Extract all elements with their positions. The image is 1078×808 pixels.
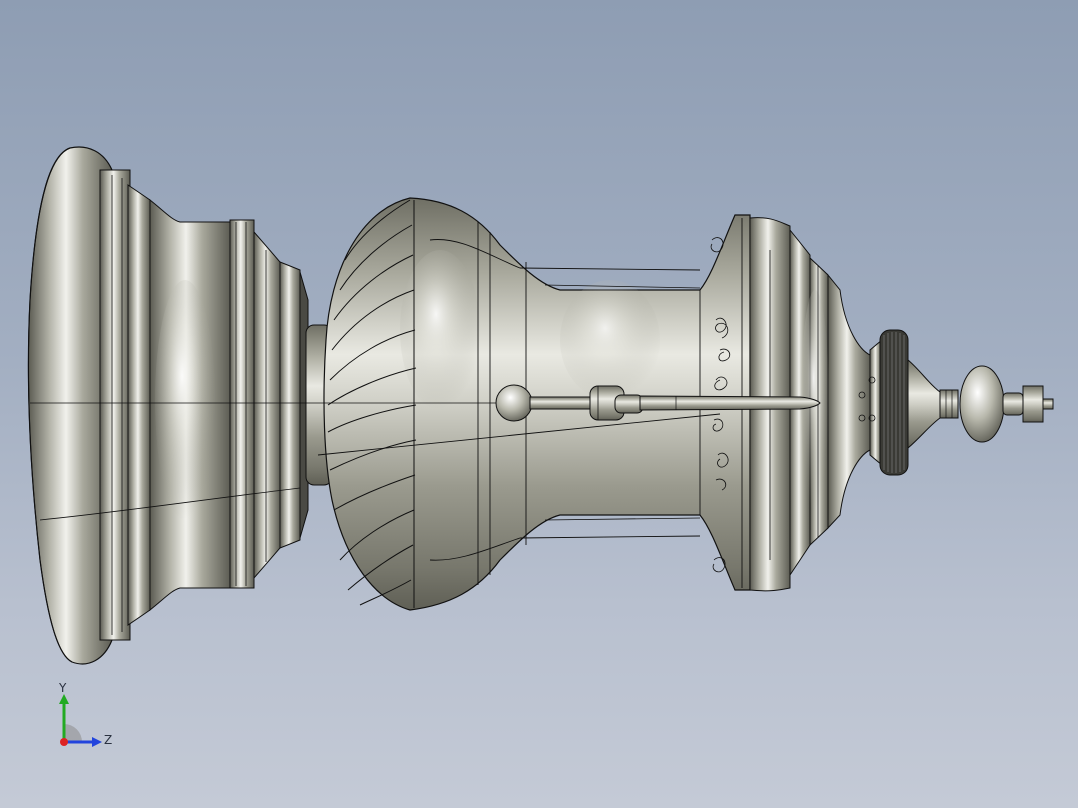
base-foot bbox=[27, 146, 309, 665]
finial bbox=[907, 358, 1054, 450]
x-axis-dot-icon bbox=[60, 738, 68, 746]
axis-triad: Y Z bbox=[40, 680, 130, 760]
model-canvas[interactable] bbox=[0, 0, 1078, 808]
z-axis-arrow-icon bbox=[92, 737, 102, 747]
y-axis-label: Y bbox=[58, 681, 67, 695]
3d-viewport[interactable] bbox=[0, 0, 1078, 808]
y-axis-arrow-icon bbox=[59, 694, 69, 704]
z-axis-label: Z bbox=[104, 733, 112, 747]
